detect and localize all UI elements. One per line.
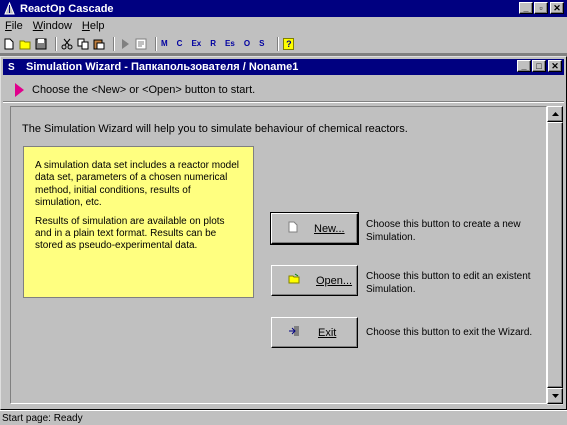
scroll-thumb[interactable] [547, 122, 563, 388]
open-description: Choose this button to edit an existent S… [366, 271, 531, 295]
open-button[interactable]: Open... [271, 265, 358, 296]
toolbar-separator [277, 36, 280, 51]
close-button[interactable]: ✕ [550, 2, 564, 14]
note-paragraph: Results of simulation are available on p… [35, 215, 225, 252]
exit-button-label: Exit [318, 326, 337, 339]
wizard-titlebar: S Simulation Wizard - Папкапользователя … [3, 59, 564, 75]
paste-icon[interactable] [93, 38, 105, 50]
menu-bar: File Window Help [0, 17, 567, 34]
wizard-content: The Simulation Wizard will help you to s… [10, 106, 547, 404]
copy-icon[interactable] [77, 38, 89, 50]
new-file-icon[interactable] [3, 38, 15, 50]
status-text: Start page: Ready [2, 413, 83, 424]
menu-help[interactable]: Help [77, 20, 110, 32]
wizard-title: Simulation Wizard - Папкапользователя / … [26, 61, 299, 73]
hint-text: Choose the <New> or <Open> button to sta… [32, 83, 256, 96]
info-note: A simulation data set includes a reactor… [23, 146, 254, 298]
wizard-maximize-button[interactable]: □ [532, 60, 546, 72]
wizard-close-button[interactable]: ✕ [548, 60, 562, 72]
scroll-down-button[interactable] [547, 388, 563, 404]
new-document-icon [288, 221, 298, 236]
run-icon[interactable] [119, 38, 131, 50]
exit-description: Choose this button to exit the Wizard. [366, 327, 533, 338]
toolbar-separator [55, 36, 57, 51]
toolbar-es-button[interactable]: Es [225, 39, 235, 48]
toolbar-s-button[interactable]: S [259, 39, 264, 48]
toolbar-r-button[interactable]: R [210, 39, 216, 48]
toolbar: M C Ex R Es O S ? [0, 34, 567, 54]
help-icon[interactable]: ? [283, 37, 295, 50]
restore-button[interactable]: ▫ [534, 2, 548, 14]
open-folder-icon [288, 273, 300, 288]
report-icon[interactable] [135, 38, 147, 50]
minimize-button[interactable]: _ [519, 2, 533, 14]
toolbar-separator [155, 36, 157, 51]
hint-bar: Choose the <New> or <Open> button to sta… [3, 78, 564, 102]
status-bar: Start page: Ready [0, 410, 567, 425]
menu-window[interactable]: Window [28, 20, 77, 32]
hint-arrow-icon [15, 82, 24, 97]
menu-file[interactable]: File [0, 20, 28, 32]
simulation-wizard-window: S Simulation Wizard - Папкапользователя … [0, 56, 567, 410]
intro-text: The Simulation Wizard will help you to s… [22, 123, 408, 135]
app-title: ReactOp Cascade [20, 2, 114, 15]
exit-button[interactable]: Exit [271, 317, 358, 348]
toolbar-separator [113, 36, 115, 51]
open-folder-icon[interactable] [19, 38, 31, 50]
toolbar-o-button[interactable]: O [244, 39, 250, 48]
wizard-window-icon: S [8, 61, 15, 73]
scroll-up-button[interactable] [547, 106, 563, 122]
new-button-label: New... [314, 222, 345, 235]
app-icon [3, 1, 16, 15]
new-button[interactable]: New... [270, 212, 359, 245]
vertical-scrollbar[interactable] [547, 106, 563, 405]
toolbar-m-button[interactable]: M [161, 39, 168, 48]
app-titlebar: ReactOp Cascade _ ▫ ✕ [0, 0, 567, 17]
cut-icon[interactable] [61, 38, 73, 50]
note-paragraph: A simulation data set includes a reactor… [35, 160, 239, 209]
toolbar-c-button[interactable]: C [177, 39, 183, 48]
open-button-label: Open... [316, 274, 353, 287]
wizard-minimize-button[interactable]: _ [517, 60, 531, 72]
new-description: Choose this button to create a new Simul… [366, 219, 521, 243]
toolbar-ex-button[interactable]: Ex [191, 39, 201, 48]
save-icon[interactable] [35, 38, 47, 50]
exit-door-icon [288, 325, 300, 340]
